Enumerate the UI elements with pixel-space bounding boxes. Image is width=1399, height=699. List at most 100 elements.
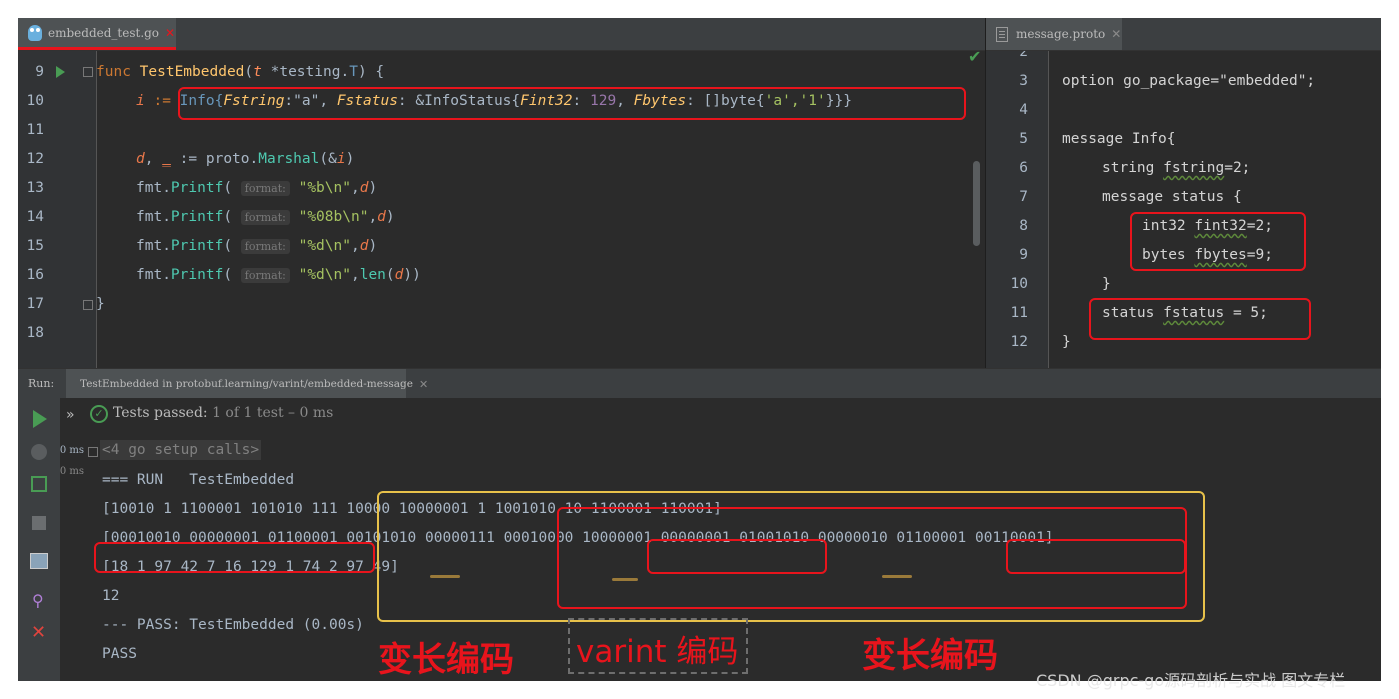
close-icon[interactable]: ✕ — [419, 378, 428, 391]
run-gutter-icon[interactable] — [56, 66, 65, 78]
console-line-pass-result: --- PASS: TestEmbedded (0.00s) — [102, 617, 364, 633]
line-number: 10 — [1010, 276, 1028, 292]
tab-embedded-test-go[interactable]: embedded_test.go ✕ — [18, 18, 176, 50]
code-text: fmt. — [136, 238, 171, 254]
code-text: := proto. — [170, 151, 259, 167]
var-i: i — [336, 151, 346, 167]
close-icon[interactable]: ✕ — [1111, 27, 1121, 41]
fold-icon[interactable] — [83, 300, 93, 310]
annotation-middle: varint 编码 — [576, 634, 739, 670]
param-hint: format: — [240, 210, 290, 225]
function-printf: Printf — [170, 209, 224, 225]
expand-icon[interactable] — [88, 447, 98, 457]
line-number: 2 — [1019, 51, 1028, 60]
function-marshal: Marshal — [258, 151, 320, 167]
line-number: 13 — [26, 180, 44, 196]
code-line-14: fmt.Printf( format: "%08b\n",d) — [136, 209, 395, 225]
highlight-box-info-literal — [178, 87, 966, 120]
function-printf: Printf — [170, 180, 224, 196]
setup-calls[interactable]: <4 go setup calls> — [100, 440, 262, 460]
code-text: fmt. — [136, 267, 171, 283]
underline-mark — [612, 578, 638, 581]
line-number: 7 — [1019, 189, 1028, 205]
underline-mark — [430, 575, 460, 578]
left-editor-tabbar: embedded_test.go ✕ — [18, 18, 986, 51]
highlight-box-fstatus — [1089, 298, 1311, 340]
var-i: i — [136, 93, 145, 109]
field-name: fstring — [1163, 160, 1225, 176]
toggle-tests-icon[interactable] — [31, 476, 47, 492]
code-text: ) — [385, 209, 395, 225]
keyword: func — [96, 64, 131, 80]
close-icon[interactable]: ✕ — [165, 26, 175, 40]
right-editor[interactable]: 2 3 4 5 6 7 8 9 10 11 12 option go_packa… — [986, 51, 1381, 368]
line-number: 14 — [26, 209, 44, 225]
code-text: )) — [403, 267, 421, 283]
var-d: d — [136, 151, 145, 167]
run-tab[interactable]: TestEmbedded in protobuf.learning/varint… — [66, 369, 428, 399]
close-run-icon[interactable]: ✕ — [31, 622, 46, 643]
console-line-run: === RUN TestEmbedded — [102, 472, 295, 488]
run-side-toolbar: ⚲ ✕ — [18, 398, 60, 681]
underline-mark — [882, 575, 912, 578]
line-number: 11 — [26, 122, 44, 138]
line-number: 17 — [26, 296, 44, 312]
line-number: 4 — [1019, 102, 1028, 118]
code-text: fmt. — [136, 180, 171, 196]
code-line-13: fmt.Printf( format: "%b\n",d) — [136, 180, 377, 196]
rerun-icon[interactable] — [33, 410, 47, 428]
check-circle-icon: ✓ — [90, 405, 108, 423]
pin-icon[interactable]: ⚲ — [32, 591, 44, 610]
ide-window: embedded_test.go ✕ message.proto ✕ 9 10 … — [18, 18, 1381, 681]
editor-scrollbar[interactable] — [973, 161, 980, 246]
line-number: 9 — [1019, 247, 1028, 263]
run-label: Run: — [28, 377, 55, 390]
annotation-left: 变长编码 — [378, 640, 514, 680]
proto-line-7: message status { — [1102, 189, 1242, 205]
code-text: , — [144, 151, 163, 167]
code-text: =2; — [1224, 160, 1251, 176]
code-text: ( — [223, 209, 241, 225]
run-toolbar: Run: TestEmbedded in protobuf.learning/v… — [18, 368, 1381, 399]
highlight-box-first-bytes — [94, 542, 375, 573]
tests-passed-text: Tests passed: — [113, 405, 208, 421]
test-status-bar: » ✓ Tests passed: 1 of 1 test – 0 ms — [60, 398, 1381, 435]
rerun-failed-icon[interactable] — [31, 444, 47, 460]
console-output[interactable]: <4 go setup calls> === RUN TestEmbedded … — [86, 435, 1381, 681]
left-editor[interactable]: 9 10 11 12 13 14 15 16 17 18 ✔ func Test… — [18, 47, 986, 368]
code-text: ) — [368, 238, 378, 254]
code-text: , — [350, 238, 360, 254]
tab-message-proto[interactable]: message.proto ✕ — [986, 18, 1122, 50]
proto-line-5: message Info{ — [1062, 131, 1176, 147]
right-editor-tabbar: message.proto ✕ — [986, 18, 1381, 51]
tests-count-text: 1 of 1 test – 0 ms — [207, 405, 334, 421]
code-text: ) { — [357, 64, 385, 80]
line-number: 10 — [26, 93, 44, 109]
chevron-icon[interactable]: » — [66, 407, 75, 423]
code-text: ) — [368, 180, 378, 196]
highlight-box-bytes-a1 — [1006, 539, 1186, 574]
format-string: "%d\n" — [298, 267, 351, 283]
param-hint: format: — [240, 268, 290, 283]
code-text: ( — [223, 267, 241, 283]
proto-line-12: } — [1062, 334, 1071, 350]
test-tree[interactable]: 0 ms 0 ms — [60, 435, 87, 681]
tab-label: embedded_test.go — [48, 25, 160, 40]
layout-icon[interactable] — [30, 553, 48, 569]
code-line-9: func TestEmbedded(t *testing.T) { — [96, 64, 385, 80]
code-text: } — [96, 296, 105, 312]
gutter-separator — [96, 51, 97, 368]
line-number: 8 — [1019, 218, 1028, 234]
line-number: 6 — [1019, 160, 1028, 176]
function-printf: Printf — [170, 267, 224, 283]
test-duration: 0 ms — [60, 445, 84, 456]
tab-label: message.proto — [1016, 27, 1106, 41]
function-name: TestEmbedded — [139, 64, 245, 80]
stop-icon[interactable] — [32, 516, 46, 530]
test-duration: 0 ms — [60, 466, 84, 477]
code-text: fmt. — [136, 209, 171, 225]
line-number: 3 — [1019, 73, 1028, 89]
fold-icon[interactable] — [83, 67, 93, 77]
code-text: string — [1102, 160, 1164, 176]
assign-op: := — [144, 93, 180, 109]
